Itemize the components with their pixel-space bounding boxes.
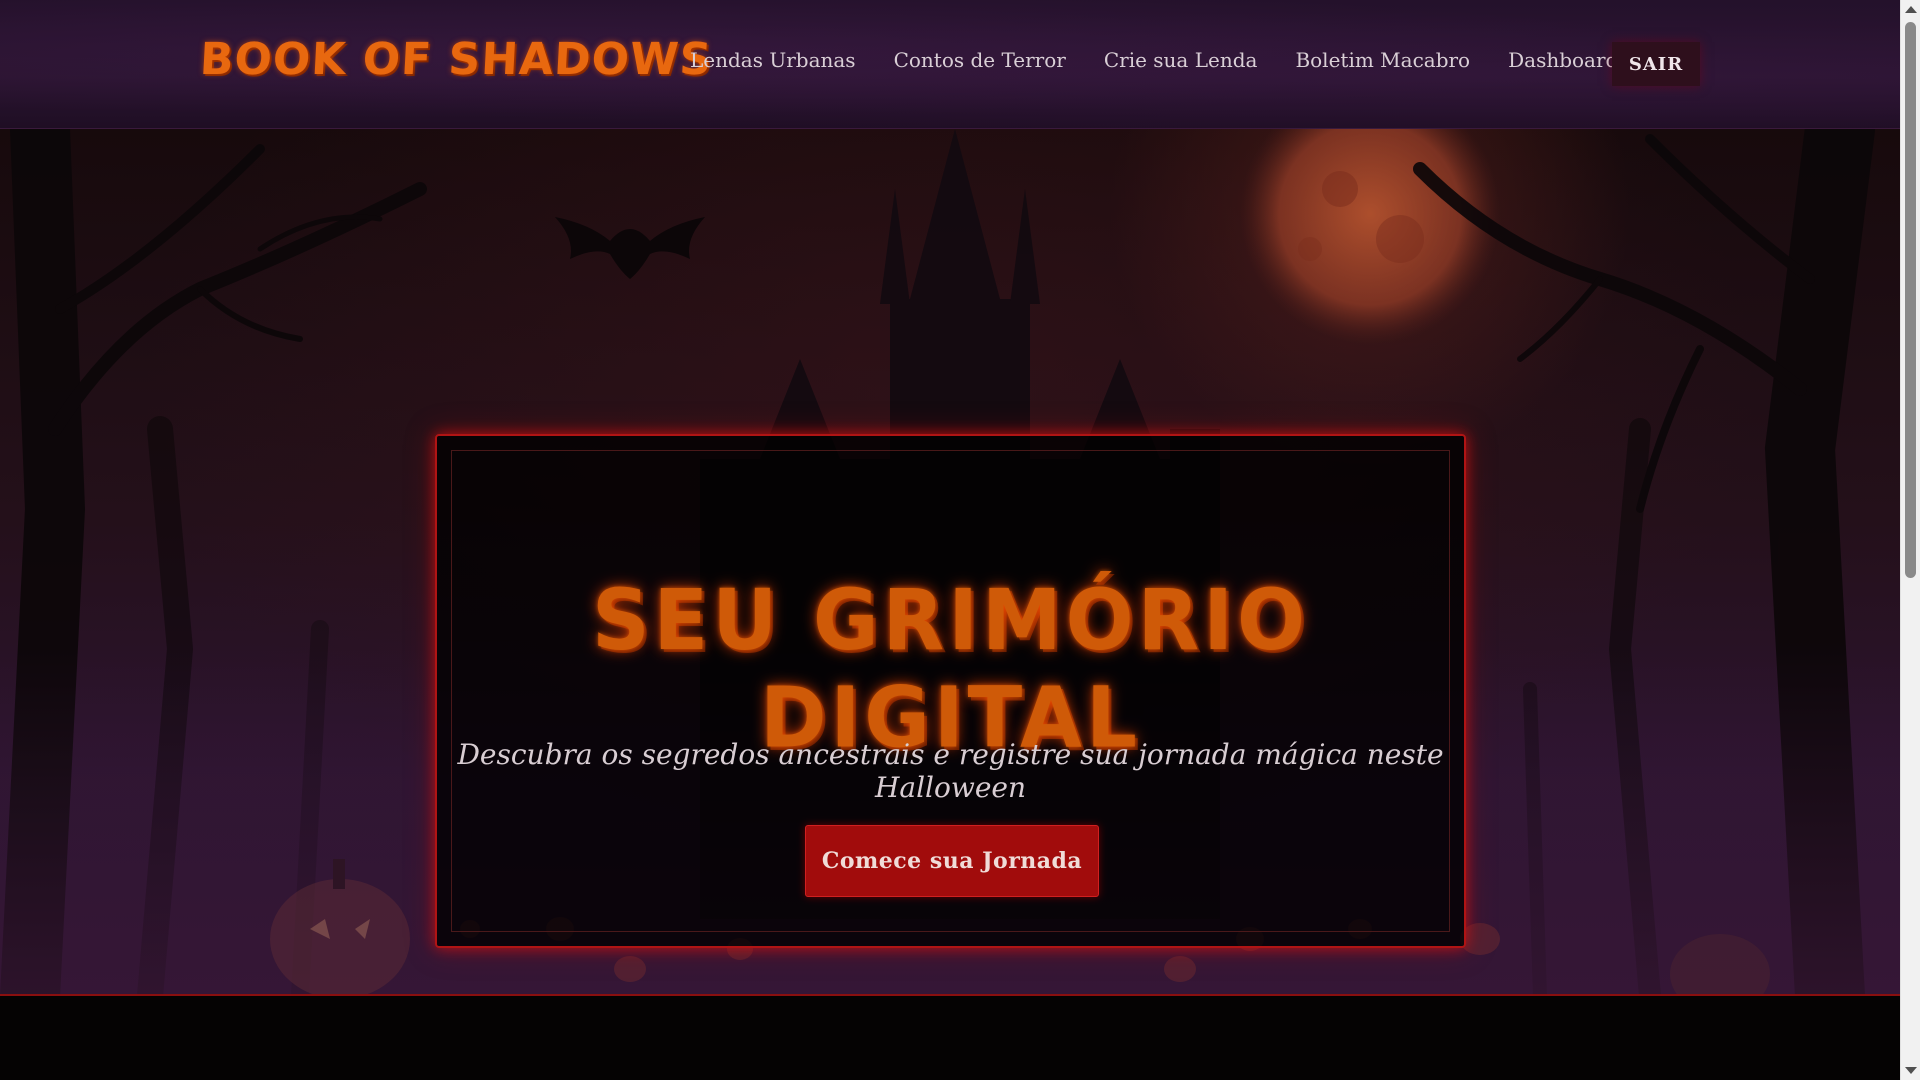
hero-card: SEU GRIMÓRIO DIGITAL Descubra os segredo… [435,434,1466,948]
start-journey-button[interactable]: Comece sua Jornada [805,825,1099,897]
nav-link-boletim-macabro[interactable]: Boletim Macabro [1295,48,1470,72]
hero-section: SEU GRIMÓRIO DIGITAL Descubra os segredo… [0,129,1900,996]
nav-link-crie-sua-lenda[interactable]: Crie sua Lenda [1104,48,1258,72]
nav-link-lendas-urbanas[interactable]: Lendas Urbanas [690,48,856,72]
main-nav: Lendas Urbanas Contos de Terror Crie sua… [690,48,1618,72]
hero-subtitle: Descubra os segredos ancestrais e regist… [457,738,1444,804]
top-navbar: BOOK OF SHADOWS Lendas Urbanas Contos de… [0,0,1900,129]
dark-footer-strip [0,996,1900,1080]
moon [1240,129,1500,344]
scrollbar-thumb[interactable] [1905,22,1916,578]
nav-link-contos-de-terror[interactable]: Contos de Terror [894,48,1066,72]
scroll-down-arrow-icon[interactable] [1905,1067,1917,1074]
logout-button[interactable]: SAIR [1612,42,1700,86]
vertical-scrollbar[interactable] [1900,0,1920,1080]
scroll-up-arrow-icon[interactable] [1905,6,1917,13]
bat [555,217,705,279]
nav-link-dashboard[interactable]: Dashboard [1508,48,1618,72]
page: BOOK OF SHADOWS Lendas Urbanas Contos de… [0,0,1900,1080]
brand-logo[interactable]: BOOK OF SHADOWS [199,34,714,85]
